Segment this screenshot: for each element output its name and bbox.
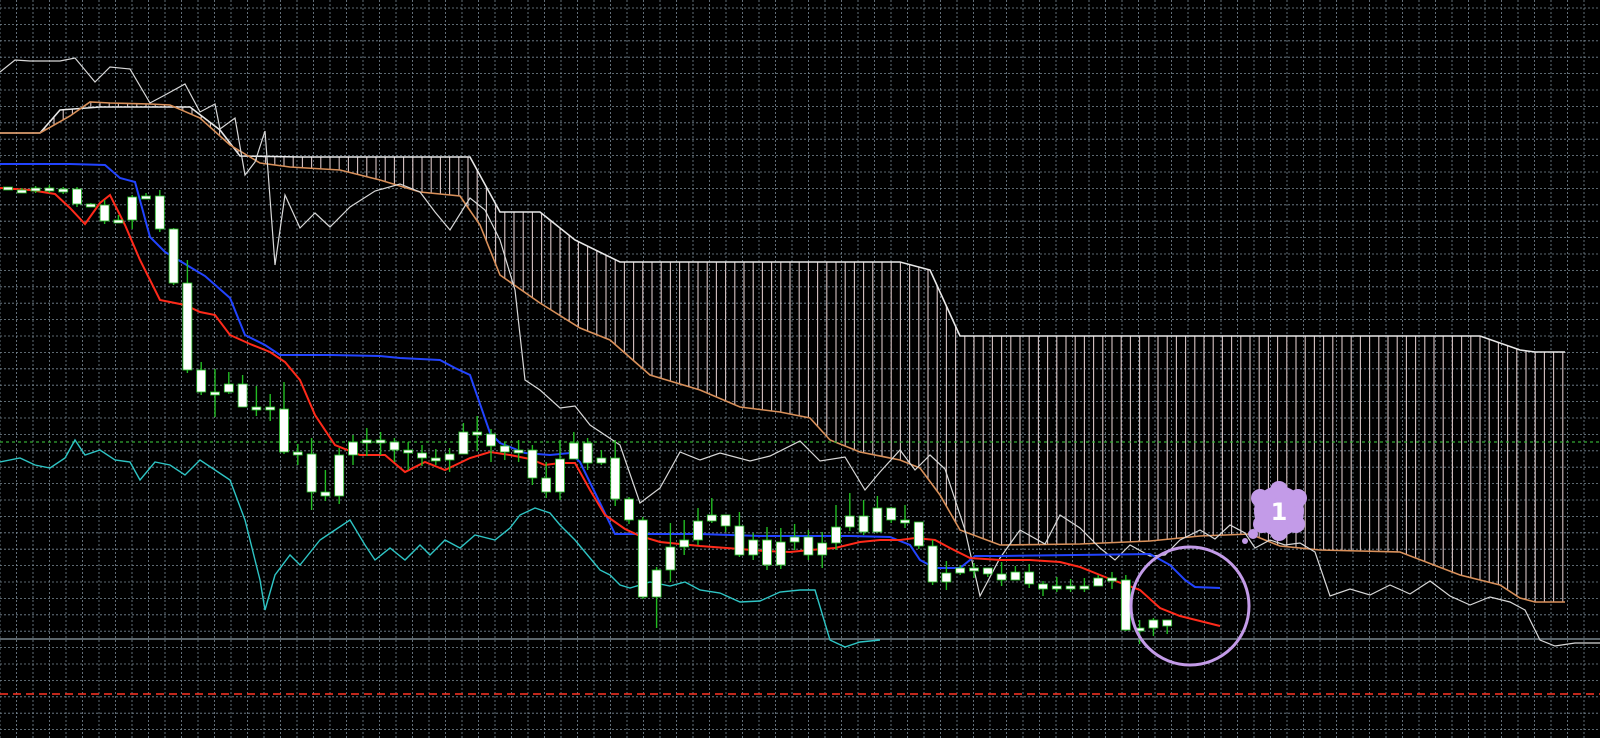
candle-body (44, 187, 55, 192)
candle-body (72, 188, 82, 205)
candle-body (610, 457, 621, 500)
candle-body (417, 452, 427, 459)
candle-body (748, 539, 759, 556)
ichimoku-chart: 1 (0, 0, 1600, 738)
candle-body (996, 573, 1007, 581)
candle-body (99, 204, 110, 222)
candle-body (389, 441, 400, 451)
chikou-span-line (0, 438, 881, 648)
candle-body (375, 439, 386, 444)
candle-body (969, 567, 979, 572)
annotation-layer: 1 (1129, 481, 1307, 667)
candle-body (886, 507, 897, 521)
candle-body (555, 458, 565, 493)
candle-body (16, 189, 27, 194)
candle-body (596, 457, 607, 464)
candle-body (872, 507, 883, 533)
candle-body (320, 491, 331, 497)
candle-body (154, 195, 165, 230)
candle-body (472, 431, 483, 436)
kijun-sen-line (0, 163, 1221, 589)
candle-body (941, 572, 952, 583)
candle-body (693, 520, 703, 541)
candle-body (665, 546, 676, 571)
candle-body (113, 219, 124, 224)
candle-body (844, 515, 855, 528)
candle-body (210, 391, 220, 396)
candle-body (568, 442, 579, 460)
candle-body (196, 369, 207, 393)
candle-body (168, 228, 179, 284)
candle-body (1162, 619, 1173, 627)
candle-body (817, 542, 828, 556)
candle-body (1024, 571, 1035, 585)
candle-body (775, 541, 786, 566)
candle-body (237, 383, 248, 408)
candle-body (858, 515, 869, 533)
candle-body (651, 569, 662, 598)
candle-body (403, 449, 414, 454)
candle-body (913, 521, 924, 547)
candle-body (361, 439, 372, 444)
candle-body (982, 567, 993, 575)
senkou-span-b-line (0, 106, 1565, 353)
candle-body (900, 519, 910, 524)
candle-body (1079, 585, 1090, 590)
candle-body (141, 195, 151, 200)
annotation-bubble: 1 (1242, 481, 1307, 544)
candle-body (1093, 577, 1104, 587)
candle-body (734, 525, 745, 556)
candle-body (706, 514, 717, 522)
candle-body (444, 453, 455, 461)
candle-body (541, 477, 552, 493)
candle-body (1065, 585, 1076, 590)
candle-body (803, 536, 814, 556)
candle-body (279, 408, 289, 453)
candle-body (1120, 579, 1131, 631)
candle-body (306, 453, 317, 493)
candle-body (513, 449, 524, 454)
annotation-label: 1 (1271, 498, 1288, 526)
candle-body (527, 449, 538, 479)
candle-body (1051, 585, 1062, 590)
candle-body (223, 383, 234, 393)
candle-body (348, 441, 358, 456)
candle-body (458, 431, 469, 455)
chart-canvas: 1 (0, 0, 1600, 738)
candle-body (430, 457, 441, 462)
candle-body (182, 282, 193, 371)
candle-body (679, 539, 690, 548)
candle-body (334, 454, 345, 497)
candle-body (762, 539, 772, 566)
senkou-span-a-line (0, 101, 1565, 603)
candle-body (624, 498, 634, 521)
candle-body (955, 567, 966, 574)
candle-body (831, 526, 841, 544)
candle-body (1148, 619, 1159, 629)
candle-body (3, 186, 13, 191)
candle-body (637, 519, 648, 598)
candle-body (127, 196, 138, 221)
candle-body (1010, 571, 1021, 581)
candle-body (499, 445, 510, 453)
candle-body (30, 187, 41, 192)
candle-body (582, 442, 593, 464)
candle-body (927, 545, 938, 583)
ichimoku-cloud (0, 101, 1565, 603)
candle-body (720, 514, 731, 527)
candle-body (292, 451, 303, 456)
candle-body (789, 536, 800, 543)
candle-body (486, 433, 496, 447)
candle-body (251, 406, 262, 411)
candle-body (85, 203, 96, 208)
candle-body (1107, 577, 1117, 582)
candle-body (265, 406, 276, 411)
candle-body (58, 188, 69, 193)
candle-body (1038, 583, 1048, 590)
